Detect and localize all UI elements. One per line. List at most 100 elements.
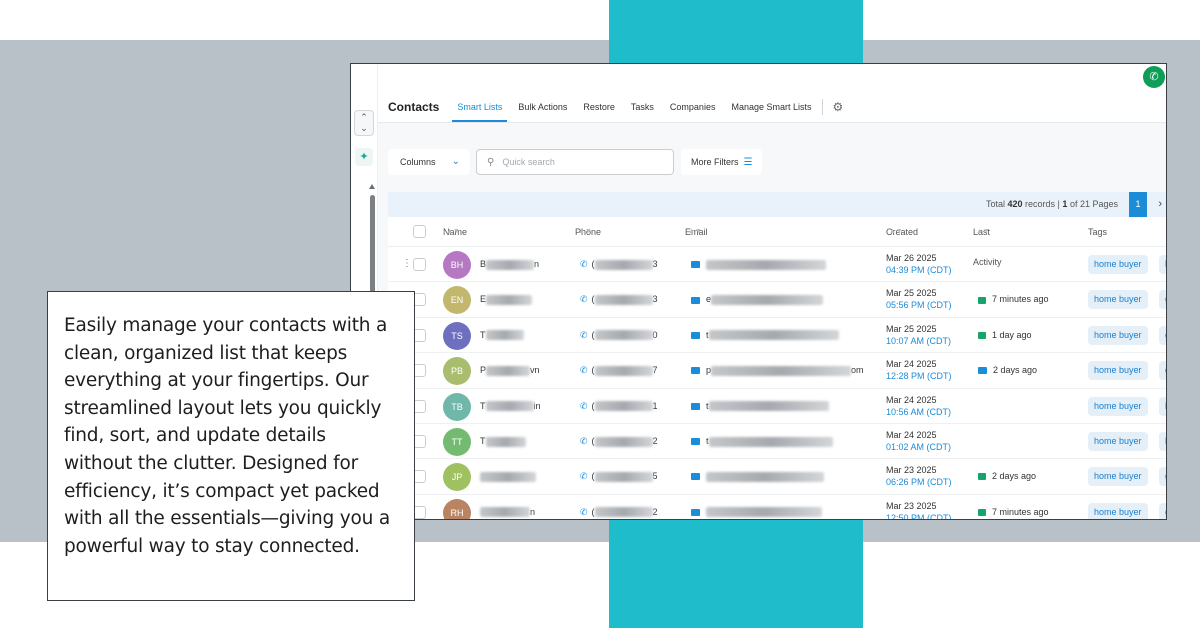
scroll-up-icon[interactable]: [369, 184, 375, 189]
tag-badge[interactable]: home buyer: [1088, 255, 1148, 274]
contact-phone[interactable]: ✆(3: [580, 247, 658, 282]
contact-email[interactable]: [691, 459, 824, 494]
tag-badge[interactable]: home buyer: [1088, 467, 1148, 487]
created-time: 05:56 PM (CDT): [886, 300, 952, 311]
tag-badge[interactable]: ge: [1159, 502, 1166, 519]
tag-badge[interactable]: home buyer: [1088, 361, 1148, 381]
chat-icon: [978, 331, 986, 339]
phone-visible-end: 2: [652, 435, 658, 446]
sparkle-icon[interactable]: ✦: [355, 148, 373, 166]
tag-badge[interactable]: ge: [1159, 290, 1166, 310]
pagination-bar: Total 420 records | 1 of 21 Pages 1 ›: [388, 192, 1166, 217]
tag-badge[interactable]: ba: [1159, 431, 1166, 451]
contacts-table: Total 420 records | 1 of 21 Pages 1 › Na…: [388, 192, 1166, 519]
contact-name[interactable]: Tin: [480, 389, 541, 424]
contact-name[interactable]: T: [480, 424, 526, 459]
contact-phone[interactable]: ✆(2: [580, 495, 658, 519]
phone-visible-end: 1: [652, 400, 658, 411]
contact-name[interactable]: T: [480, 318, 524, 353]
created-date: Mar 23 2025: [886, 465, 937, 476]
table-row[interactable]: TS T ✆(0 t Mar 25 2025 10:07 AM (CDT) 1 day ag…: [388, 318, 1166, 354]
contact-email[interactable]: e: [691, 282, 824, 317]
contact-phone[interactable]: ✆(2: [580, 424, 658, 459]
tag-badge[interactable]: ge: [1159, 467, 1166, 487]
last-activity: 1 day ago: [978, 318, 1032, 353]
created-time: 01:02 AM (CDT): [886, 441, 952, 452]
phone-icon: ✆: [580, 435, 588, 446]
redacted-text: [480, 471, 536, 482]
crm-app-window: ⌃ ⌄ ✦ ✆ Contacts Smart Lists Bulk Actions…: [350, 63, 1167, 520]
contact-phone[interactable]: ✆(5: [580, 459, 658, 494]
table-row[interactable]: TT T ✆(2 t Mar 24 2025 01:02 AM (CDT) home buy…: [388, 424, 1166, 460]
contact-phone[interactable]: ✆(7: [580, 353, 658, 388]
name-visible-end: vn: [530, 365, 540, 376]
collapse-toggle-button[interactable]: ⌃ ⌄: [354, 110, 374, 136]
contact-name[interactable]: Bn: [480, 247, 539, 282]
more-filters-button[interactable]: More Filters ☰: [681, 149, 763, 175]
tab-tasks[interactable]: Tasks: [631, 92, 654, 122]
created-time: 10:07 AM (CDT): [886, 335, 952, 346]
created-date: Mar 25 2025: [886, 323, 937, 334]
tab-manage-smart-lists[interactable]: Manage Smart Lists: [731, 92, 811, 122]
tag-badge[interactable]: ge: [1159, 325, 1166, 345]
tab-bulk-actions[interactable]: Bulk Actions: [518, 92, 567, 122]
contact-email[interactable]: t: [691, 424, 833, 459]
tag-badge[interactable]: ba: [1159, 396, 1166, 416]
records-label: records |: [1025, 199, 1060, 209]
next-page-icon[interactable]: ›: [1158, 192, 1162, 217]
table-row[interactable]: ⋮ BH Bn ✆(3 Mar 26 2025 04:39 PM (CDT) home bu…: [388, 247, 1166, 283]
tab-restore[interactable]: Restore: [583, 92, 615, 122]
tag-badge[interactable]: home buyer: [1088, 325, 1148, 345]
activity-text: 2 days ago: [993, 365, 1038, 376]
search-input[interactable]: [502, 157, 663, 167]
avatar: TT: [443, 427, 471, 456]
created-cell: Mar 24 2025 01:02 AM (CDT): [886, 429, 951, 453]
tab-smart-lists[interactable]: Smart Lists: [452, 92, 508, 122]
contact-email[interactable]: t: [691, 318, 839, 353]
phone-visible-end: 3: [652, 294, 658, 305]
tag-badge[interactable]: ba: [1159, 255, 1166, 274]
contact-name[interactable]: n: [480, 495, 535, 519]
sort-icon: ▲▼: [976, 228, 990, 235]
redacted-text: [485, 330, 524, 341]
table-row[interactable]: JP ✆(5 Mar 23 2025 06:26 PM (CDT) 2 days ago…: [388, 459, 1166, 495]
tab-companies[interactable]: Companies: [670, 92, 716, 122]
contact-email[interactable]: p om: [691, 353, 864, 388]
contact-name[interactable]: E: [480, 282, 533, 317]
pagination-info: Total 420 records | 1 of 21 Pages: [986, 192, 1118, 217]
contact-name[interactable]: [480, 459, 536, 494]
quick-search[interactable]: ⚲: [476, 149, 674, 175]
redacted-text: [594, 436, 653, 447]
contact-phone[interactable]: ✆(1: [580, 389, 658, 424]
created-date: Mar 24 2025: [886, 394, 937, 405]
select-all-checkbox[interactable]: [413, 225, 426, 238]
row-checkbox[interactable]: [413, 258, 426, 271]
tag-badge[interactable]: home buyer: [1088, 290, 1148, 310]
redacted-text: [706, 507, 822, 518]
table-row[interactable]: EN E ✆(3 e Mar 25 2025 05:56 PM (CDT) 7 minute…: [388, 282, 1166, 318]
created-time: 04:39 PM (CDT): [886, 265, 952, 275]
table-row[interactable]: PB Pvn ✆(7 p om Mar 24 2025 12:28 PM (CDT) 2 da…: [388, 353, 1166, 389]
phone-visible-end: 0: [652, 329, 658, 340]
contact-email[interactable]: [691, 247, 826, 282]
tag-badge[interactable]: ge: [1159, 361, 1166, 381]
gear-icon[interactable]: ⚙: [833, 100, 844, 114]
tag-badge[interactable]: home buyer: [1088, 396, 1148, 416]
created-date: Mar 26 2025: [886, 253, 937, 263]
contact-email[interactable]: [691, 495, 822, 519]
contact-phone[interactable]: ✆(3: [580, 282, 658, 317]
tag-badge[interactable]: home buyer: [1088, 502, 1148, 519]
contact-email[interactable]: t: [691, 389, 829, 424]
contact-name[interactable]: Pvn: [480, 353, 540, 388]
tag-badge[interactable]: home buyer: [1088, 431, 1148, 451]
table-row[interactable]: TB Tin ✆(1 t Mar 24 2025 10:56 AM (CDT) home b…: [388, 389, 1166, 424]
page-1-button[interactable]: 1: [1129, 192, 1147, 217]
call-phone-icon[interactable]: ✆: [1143, 66, 1165, 88]
phone-visible-end: 3: [652, 259, 658, 269]
columns-button[interactable]: Columns ⌄: [388, 149, 470, 175]
mail-icon: [691, 508, 700, 516]
table-row[interactable]: RH n ✆(2 Mar 23 2025 12:50 PM (CDT) 7 minutes…: [388, 495, 1166, 519]
row-menu-icon[interactable]: ⋮: [402, 258, 412, 269]
mail-icon: [691, 402, 700, 410]
contact-phone[interactable]: ✆(0: [580, 318, 658, 353]
